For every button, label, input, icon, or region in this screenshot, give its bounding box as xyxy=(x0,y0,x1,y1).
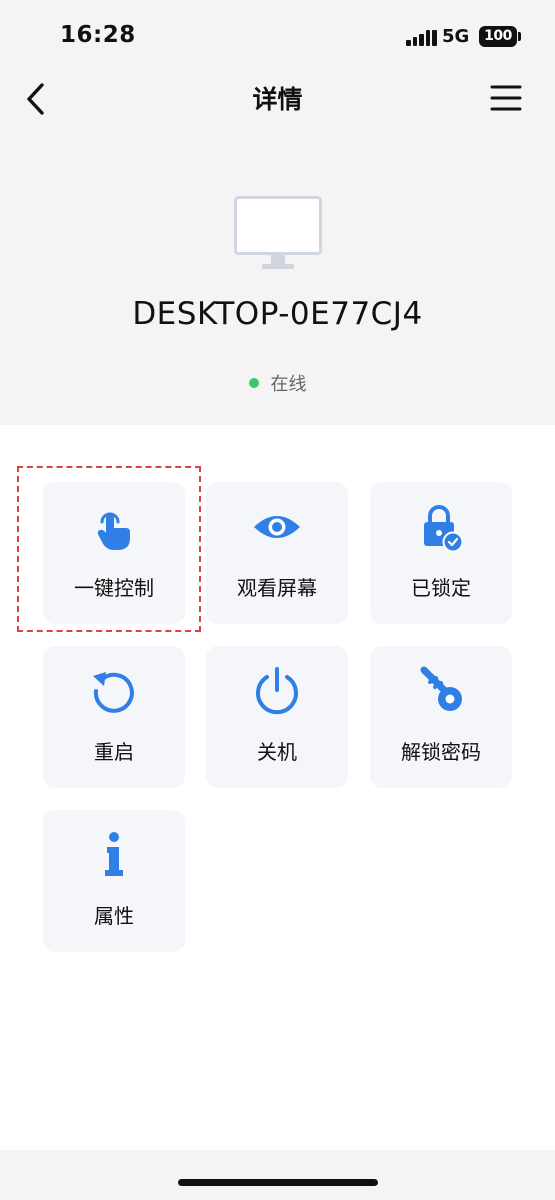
device-name: DESKTOP-0E77CJ4 xyxy=(132,296,423,332)
signal-icon xyxy=(406,30,437,46)
page-title: 详情 xyxy=(252,85,303,114)
hamburger-menu-icon xyxy=(490,85,522,111)
network-type: 5G xyxy=(442,26,470,47)
online-status-dot xyxy=(248,378,259,388)
tile-label: 解锁密码 xyxy=(401,740,481,764)
tile-label: 已锁定 xyxy=(411,576,471,600)
menu-button[interactable] xyxy=(488,82,524,116)
status-time: 16:28 xyxy=(60,22,136,48)
status-bar: 16:28 5G 100 xyxy=(0,0,555,72)
eye-icon xyxy=(254,516,300,538)
tile-label: 重启 xyxy=(94,740,134,764)
home-indicator[interactable] xyxy=(178,1179,378,1186)
action-shutdown[interactable]: 关机 xyxy=(206,646,348,788)
power-icon xyxy=(256,667,298,715)
info-icon xyxy=(105,832,123,876)
action-unlock-password[interactable]: 解锁密码 xyxy=(370,646,512,788)
tile-label: 关机 xyxy=(257,740,297,764)
monitor-icon xyxy=(234,196,322,269)
status-text: 在线 xyxy=(270,374,307,395)
action-restart[interactable]: 重启 xyxy=(43,646,185,788)
nav-bar: 详情 xyxy=(0,72,555,126)
battery-icon: 100 xyxy=(479,26,517,47)
selection-highlight xyxy=(17,466,201,632)
restart-icon xyxy=(93,672,134,713)
action-locked[interactable]: 已锁定 xyxy=(370,482,512,624)
bottom-area xyxy=(0,1150,555,1200)
key-icon xyxy=(420,666,462,711)
tile-label: 属性 xyxy=(94,904,134,928)
tile-label: 观看屏幕 xyxy=(237,576,317,600)
device-status: 在线 xyxy=(0,370,555,396)
lock-check-icon xyxy=(424,505,464,552)
action-watch-screen[interactable]: 观看屏幕 xyxy=(206,482,348,624)
battery-tip xyxy=(518,32,521,41)
action-properties[interactable]: 属性 xyxy=(43,810,185,952)
